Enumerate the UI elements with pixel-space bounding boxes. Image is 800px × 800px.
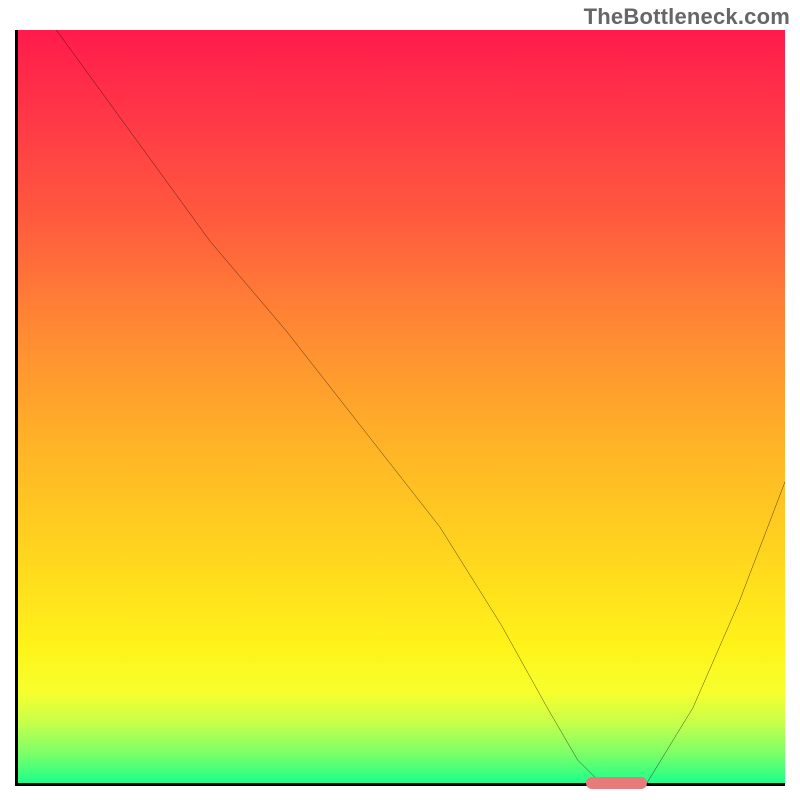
watermark-text: TheBottleneck.com	[584, 4, 790, 30]
bottleneck-curve	[56, 30, 785, 783]
plot-area	[15, 30, 785, 786]
optimum-marker	[586, 777, 647, 789]
curve-svg	[18, 30, 785, 783]
chart-stage: TheBottleneck.com	[0, 0, 800, 800]
